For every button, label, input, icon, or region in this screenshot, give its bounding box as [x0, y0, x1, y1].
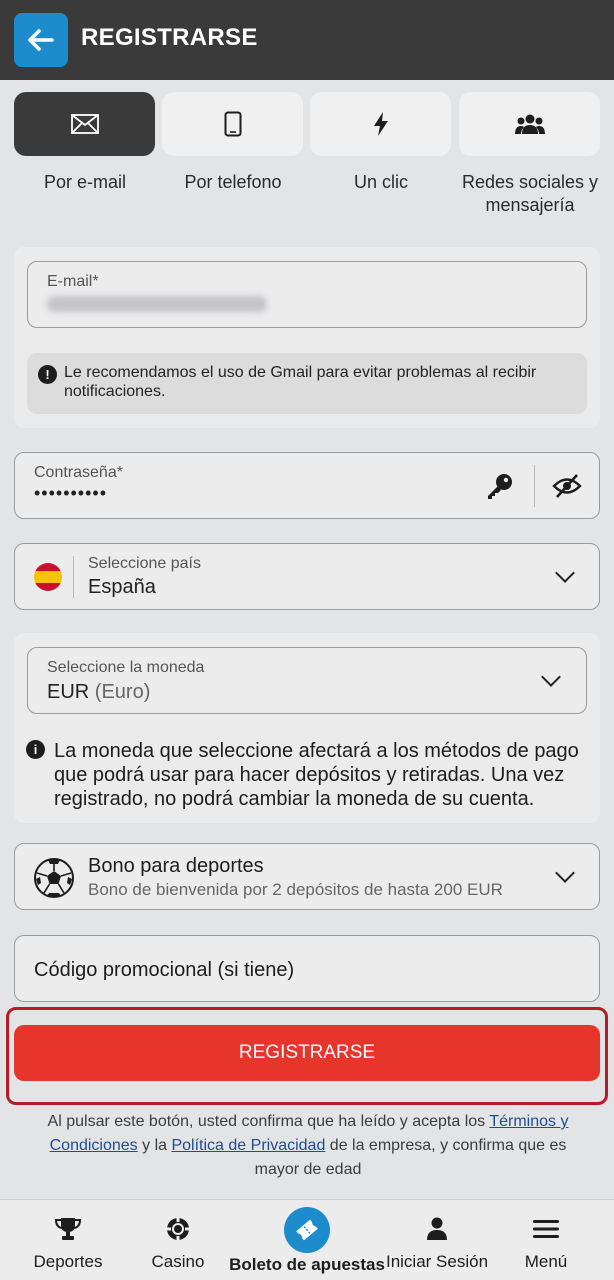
envelope-icon [70, 114, 99, 134]
hamburger-menu-icon [533, 1216, 559, 1242]
nav-item-menu[interactable]: Menú [515, 1200, 577, 1280]
legal-text-part2: y la [137, 1137, 172, 1154]
nav-item-login-label: Iniciar Sesión [385, 1252, 489, 1271]
bonus-select[interactable]: Bono para deportes Bono de bienvenida po… [14, 843, 600, 910]
key-icon[interactable] [485, 471, 515, 506]
email-hint-text: Le recomendamos el uso de Gmail para evi… [64, 364, 537, 400]
chevron-down-icon [555, 563, 575, 583]
country-divider [73, 556, 74, 598]
nav-item-sports-label: Deportes [33, 1252, 103, 1271]
eye-slash-icon[interactable] [552, 473, 582, 504]
tab-email[interactable] [14, 92, 155, 156]
spain-flag-icon [34, 563, 62, 591]
country-select-label: Seleccione país [88, 555, 201, 572]
password-field[interactable]: Contraseña* •••••••••• [14, 452, 600, 519]
lightning-icon [373, 112, 388, 136]
trophy-icon [55, 1216, 81, 1242]
currency-code: EUR [47, 681, 90, 703]
email-field[interactable]: E-mail* [27, 261, 587, 328]
arrow-left-icon [28, 29, 54, 51]
currency-select[interactable]: Seleccione la moneda EUR (Euro) [27, 647, 587, 714]
bonus-subtitle: Bono de bienvenida por 2 depósitos de ha… [88, 880, 503, 899]
exclamation-icon: ! [38, 365, 57, 384]
ticket-icon [296, 1219, 318, 1241]
casino-chip-icon [166, 1216, 190, 1242]
users-icon [514, 114, 545, 134]
user-icon [426, 1216, 448, 1242]
back-button[interactable] [14, 13, 68, 67]
soccer-ball-icon [33, 857, 75, 904]
top-bar: REGISTRARSE [0, 0, 614, 80]
email-hint: ! Le recomendamos el uso de Gmail para e… [27, 353, 587, 414]
promo-code-placeholder: Código promocional (si tiene) [34, 959, 295, 981]
country-select-value: España [88, 576, 156, 598]
phone-icon [224, 111, 241, 137]
legal-text-part1: Al pulsar este botón, usted confirma que… [47, 1113, 490, 1130]
password-field-label: Contraseña* [34, 464, 123, 481]
currency-name: (Euro) [94, 681, 151, 703]
nav-item-menu-label: Menú [524, 1252, 568, 1271]
nav-item-casino-label: Casino [151, 1252, 205, 1271]
nav-item-betslip-label: Boleto de apuestas [229, 1255, 385, 1274]
promo-code-input[interactable]: Código promocional (si tiene) [14, 935, 600, 1002]
country-select[interactable]: Seleccione país España [14, 543, 600, 610]
register-button[interactable]: REGISTRARSE [14, 1025, 600, 1081]
currency-select-label: Seleccione la moneda [47, 659, 205, 676]
tab-email-label: Por e-mail [43, 172, 127, 192]
tab-one-click[interactable] [310, 92, 451, 156]
password-field-value: •••••••••• [34, 483, 108, 503]
page-title: REGISTRARSE [81, 24, 258, 51]
tab-one-click-label: Un clic [353, 172, 408, 192]
privacy-link[interactable]: Política de Privacidad [171, 1137, 325, 1154]
tab-phone[interactable] [162, 92, 303, 156]
currency-note: La moneda que seleccione afectará a los … [54, 740, 579, 810]
tab-phone-label: Por telefono [184, 172, 282, 192]
nav-item-login[interactable]: Iniciar Sesión [386, 1200, 488, 1280]
legal-text: Al pulsar este botón, usted confirma que… [28, 1110, 588, 1182]
chevron-down-icon [555, 863, 575, 883]
nav-item-casino[interactable]: Casino [140, 1200, 216, 1280]
info-icon: i [26, 740, 45, 759]
bottom-nav: Deportes Casino Boleto de apuestas Inici… [0, 1199, 614, 1280]
nav-item-sports[interactable]: Deportes [26, 1200, 110, 1280]
password-divider [534, 465, 535, 507]
email-field-label: E-mail* [47, 273, 99, 290]
chevron-down-icon [541, 667, 561, 687]
currency-select-value: EUR (Euro) [47, 681, 150, 704]
nav-item-betslip[interactable] [284, 1207, 330, 1253]
bonus-title: Bono para deportes [88, 855, 264, 877]
email-field-value [47, 296, 267, 312]
tab-social-label: Redes sociales y mensajería [461, 172, 599, 215]
tab-social[interactable] [459, 92, 600, 156]
